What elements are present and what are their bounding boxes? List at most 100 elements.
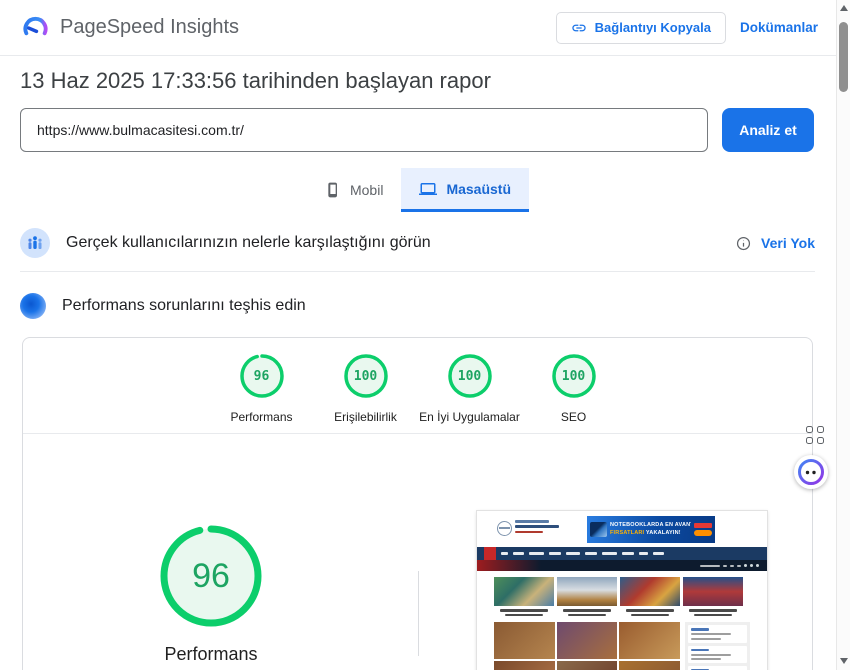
- thumb-collage-image: [494, 622, 555, 659]
- tab-mobile[interactable]: Mobil: [307, 168, 401, 212]
- lighthouse-report-card: 96 Performans 100 Erişilebilirlik 100 En İyi …: [22, 337, 813, 670]
- pagespeed-insights-page: PageSpeed Insights Bağlantıyı Kopyala Do…: [0, 0, 850, 670]
- thumb-article-image: [620, 577, 680, 606]
- thumb-ad-banner: NOTEBOOKLARDA EN AVANTAJLI FIRSATLARI YA…: [587, 516, 715, 543]
- site-screenshot-thumbnail: NOTEBOOKLARDA EN AVANTAJLI FIRSATLARI YA…: [477, 511, 767, 670]
- score-value: 100: [551, 353, 597, 399]
- thumb-main-area: [477, 616, 767, 670]
- placeholder-text-line: [585, 552, 597, 555]
- placeholder-text-line: [689, 609, 737, 612]
- field-data-title: Gerçek kullanıcılarınızın nelerle karşıl…: [66, 234, 431, 252]
- no-data-link[interactable]: Veri Yok: [761, 235, 815, 251]
- thumb-article-image: [557, 577, 617, 606]
- copy-link-button[interactable]: Bağlantıyı Kopyala: [556, 12, 726, 44]
- placeholder-text-line: [505, 614, 543, 617]
- thumb-article-card: [557, 577, 617, 616]
- placeholder-text-line: [631, 614, 669, 617]
- scrollbar-thumb[interactable]: [839, 22, 848, 92]
- card-divider: [23, 433, 812, 434]
- thumb-ad-cta: [694, 523, 712, 536]
- field-data-section: Gerçek kullanıcılarınızın nelerle karşıl…: [20, 220, 815, 266]
- placeholder-text-line: [723, 565, 727, 567]
- score-category-label: En İyi Uygulamalar: [419, 410, 520, 424]
- feedback-bot-icon[interactable]: [794, 455, 828, 489]
- thumb-nav-home-item: [484, 547, 496, 560]
- thumb-article-card: [494, 577, 554, 616]
- copy-link-label: Bağlantıyı Kopyala: [595, 20, 711, 35]
- thumb-social-icon: [756, 564, 759, 567]
- placeholder-text-line: [549, 552, 561, 555]
- thumb-ad-line1: NOTEBOOKLARDA EN AVANTAJLI: [610, 522, 691, 529]
- score-item-4[interactable]: 100 SEO: [522, 353, 626, 424]
- placeholder-text-line: [566, 552, 580, 555]
- score-category-label: SEO: [561, 410, 586, 424]
- thumb-social-icon: [750, 564, 753, 567]
- url-input[interactable]: [20, 108, 708, 152]
- performance-gauge-label: Performans: [111, 644, 311, 665]
- scrollbar-up-arrow[interactable]: [840, 5, 848, 11]
- score-item-1[interactable]: 96 Performans: [210, 353, 314, 424]
- thumb-ad-line2: FIRSATLARI YAKALAYIN!: [610, 530, 691, 537]
- score-value: 96: [239, 353, 285, 399]
- thumb-sidebar-card: [688, 625, 747, 643]
- thumb-sidebar-card: [688, 646, 747, 664]
- laptop-icon: [419, 180, 437, 198]
- score-summary: 96 Performans 100 Erişilebilirlik 100 En İyi …: [23, 353, 812, 424]
- thumb-sub-strip: [477, 560, 767, 571]
- apps-grid-icon[interactable]: [806, 426, 825, 445]
- scrollbar-down-arrow[interactable]: [840, 658, 848, 664]
- thumb-nav-bar: [477, 547, 767, 560]
- phone-icon: [325, 182, 341, 198]
- score-value: 100: [343, 353, 389, 399]
- analyze-button[interactable]: Analiz et: [722, 108, 814, 152]
- score-ring: 100: [447, 353, 493, 399]
- thumb-article-card: [620, 577, 680, 616]
- placeholder-text-line: [500, 609, 548, 612]
- thumb-collage-image: [557, 622, 618, 659]
- placeholder-text-line: [626, 609, 674, 612]
- placeholder-text-line: [730, 565, 734, 567]
- score-item-3[interactable]: 100 En İyi Uygulamalar: [418, 353, 522, 424]
- thumb-article-card: [683, 577, 743, 616]
- placeholder-text-line: [513, 552, 524, 555]
- score-item-2[interactable]: 100 Erişilebilirlik: [314, 353, 418, 424]
- thumb-social-icon: [744, 564, 747, 567]
- tab-mobile-label: Mobil: [350, 182, 383, 198]
- page-scrollbar: [836, 0, 850, 670]
- thumb-article-image: [494, 577, 554, 606]
- score-category-label: Erişilebilirlik: [334, 410, 397, 424]
- info-icon[interactable]: [736, 236, 751, 251]
- placeholder-text-line: [529, 552, 544, 555]
- docs-link[interactable]: Dokümanlar: [740, 20, 818, 35]
- performance-gauge-value: 96: [159, 524, 263, 628]
- thumb-collage-image: [494, 661, 555, 670]
- thumb-ad-text: NOTEBOOKLARDA EN AVANTAJLI FIRSATLARI YA…: [610, 522, 691, 536]
- score-value: 100: [447, 353, 493, 399]
- performance-gauge[interactable]: 96: [159, 524, 263, 628]
- thumb-collage-image: [619, 661, 680, 670]
- section-divider: [20, 271, 815, 272]
- diagnostics-title: Performans sorunlarını teşhis edin: [62, 297, 306, 315]
- header-actions: Bağlantıyı Kopyala Dokümanlar: [556, 12, 836, 44]
- report-title: 13 Haz 2025 17:33:56 tarihinden başlayan…: [20, 68, 491, 94]
- field-data-status-wrap: Veri Yok: [736, 235, 815, 251]
- thumb-nav-menu: [501, 552, 664, 555]
- diagnose-icon: [20, 293, 46, 319]
- thumb-article-caption: [683, 606, 743, 616]
- app-title: PageSpeed Insights: [60, 16, 239, 39]
- tab-desktop[interactable]: Masaüstü: [401, 168, 529, 212]
- score-ring: 100: [343, 353, 389, 399]
- score-category-label: Performans: [230, 410, 292, 424]
- placeholder-text-line: [737, 565, 741, 567]
- thumb-substrip-text: [700, 565, 741, 567]
- app-header: PageSpeed Insights Bağlantıyı Kopyala Do…: [0, 0, 836, 56]
- thumb-article-caption: [494, 606, 554, 616]
- placeholder-text-line: [501, 552, 508, 555]
- logo-wrap: PageSpeed Insights: [22, 14, 239, 41]
- thumb-collage-image: [619, 622, 680, 659]
- placeholder-text-line: [568, 614, 606, 617]
- thumb-article-row: [477, 571, 767, 616]
- score-ring: 96: [239, 353, 285, 399]
- score-ring: 100: [551, 353, 597, 399]
- placeholder-text-line: [700, 565, 720, 567]
